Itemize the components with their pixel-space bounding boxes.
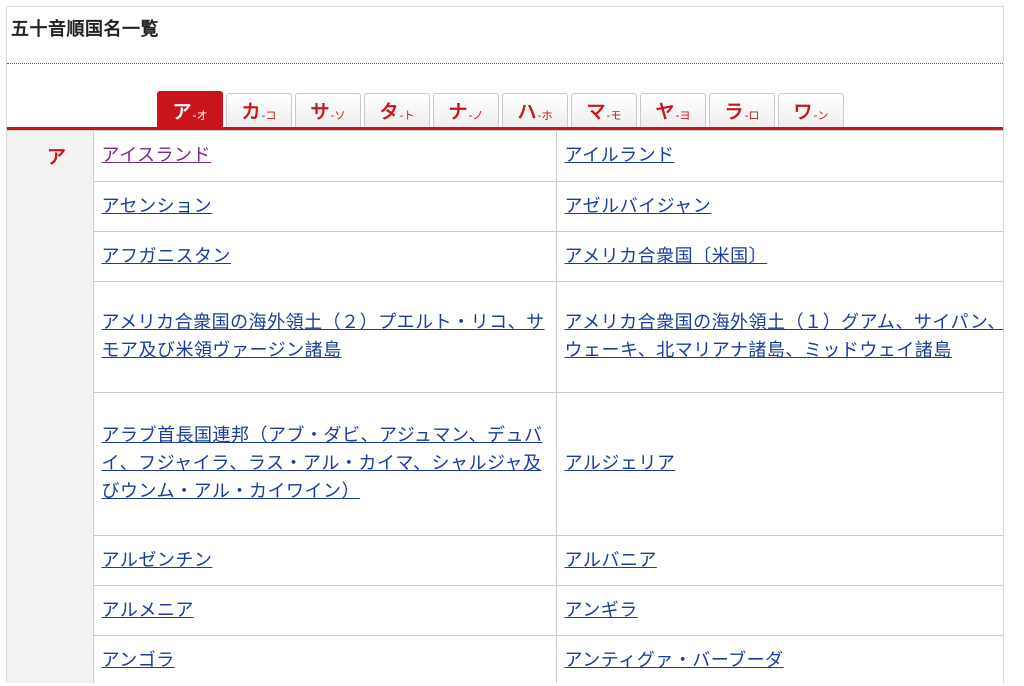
- country-link[interactable]: アルゼンチン: [102, 550, 213, 571]
- tab-na[interactable]: ナ -ノ: [433, 93, 499, 127]
- country-cell: アメリカ合衆国の海外領土（１）グアム、サイパン、ウェーキ、北マリアナ諸島、ミッド…: [555, 281, 1004, 393]
- country-link[interactable]: アメリカ合衆国の海外領土（２）プエルト・リコ、サモア及び米領ヴァージン諸島: [102, 312, 545, 361]
- tab-ma[interactable]: マ -モ: [571, 93, 637, 127]
- country-cell: アルジェリア: [555, 392, 1003, 536]
- table-row: アメリカ合衆国の海外領土（２）プエルト・リコ、サモア及び米領ヴァージン諸島 アメ…: [7, 281, 1004, 393]
- tab-ka-main: カ: [241, 101, 261, 123]
- country-cell: アンゴラ: [92, 635, 557, 683]
- country-cell: アメリカ合衆国〔米国〕: [555, 231, 1003, 282]
- country-cell: アンギラ: [555, 585, 1003, 636]
- country-link[interactable]: アンティグァ・バーブーダ: [565, 650, 784, 671]
- country-link[interactable]: アルジェリア: [565, 453, 676, 474]
- tab-ya[interactable]: ヤ -ヨ: [640, 93, 706, 127]
- tab-sa-sub: -ソ: [330, 109, 346, 122]
- country-link[interactable]: アルメニア: [102, 600, 194, 621]
- dotted-divider: [7, 63, 1003, 64]
- country-link[interactable]: アセンション: [102, 196, 213, 217]
- table-row: アフガニスタン アメリカ合衆国〔米国〕: [7, 231, 1003, 282]
- country-link[interactable]: アンギラ: [565, 600, 638, 621]
- tab-sa-main: サ: [310, 101, 330, 123]
- country-cell: アンティグァ・バーブーダ: [555, 635, 1003, 683]
- country-link[interactable]: アゼルバイジャン: [565, 196, 712, 217]
- tab-ta-sub: -ト: [399, 109, 415, 122]
- tab-ma-sub: -モ: [606, 109, 622, 122]
- tab-a-main: ア: [172, 101, 192, 123]
- country-cell: アセンション: [92, 181, 557, 232]
- tab-ha-main: ハ: [517, 101, 537, 123]
- tab-ra-sub: -ロ: [744, 109, 760, 122]
- country-cell: アイスランド: [92, 130, 557, 182]
- tab-na-sub: -ノ: [468, 109, 484, 122]
- country-cell: アメリカ合衆国の海外領土（２）プエルト・リコ、サモア及び米領ヴァージン諸島: [92, 281, 557, 393]
- page-title: 五十音順国名一覧: [11, 19, 159, 40]
- tab-wa-main: ワ: [793, 101, 813, 123]
- tab-ka-sub: -コ: [261, 109, 277, 122]
- country-link[interactable]: アイスランド: [102, 145, 212, 166]
- section-kana-label: ア: [47, 146, 67, 168]
- tab-a[interactable]: ア -オ: [157, 91, 223, 127]
- tab-a-sub: -オ: [192, 109, 208, 122]
- country-cell: アラブ首長国連邦（アブ・ダビ、アジュマン、デュバイ、フジャイラ、ラス・アル・カイ…: [92, 392, 557, 536]
- table-row: アルゼンチン アルバニア: [7, 535, 1003, 586]
- country-link[interactable]: アメリカ合衆国〔米国〕: [565, 246, 768, 267]
- tab-ya-sub: -ヨ: [675, 109, 691, 122]
- kana-tab-bar: ア -オ カ -コ サ -ソ タ -ト ナ -ノ ハ -ホ マ -モ ヤ -ヨ ラ -ロ ワ -ン: [157, 91, 847, 127]
- tab-ma-main: マ: [586, 101, 606, 123]
- country-link[interactable]: アルバニア: [565, 550, 657, 571]
- tab-ka[interactable]: カ -コ: [226, 93, 292, 127]
- tab-ha[interactable]: ハ -ホ: [502, 93, 568, 127]
- table-row: ア アイスランド アイルランド: [7, 130, 1003, 683]
- country-cell: アフガニスタン: [92, 231, 557, 282]
- tab-na-main: ナ: [448, 101, 468, 123]
- table-row: アラブ首長国連邦（アブ・ダビ、アジュマン、デュバイ、フジャイラ、ラス・アル・カイ…: [7, 392, 1003, 536]
- tab-ya-main: ヤ: [655, 101, 675, 123]
- table-row: アンゴラ アンティグァ・バーブーダ: [7, 635, 1003, 683]
- country-link[interactable]: アンゴラ: [102, 650, 175, 671]
- country-cell: アゼルバイジャン: [555, 181, 1003, 232]
- table-row: アセンション アゼルバイジャン: [7, 181, 1003, 232]
- table-row: アルメニア アンギラ: [7, 585, 1003, 636]
- tab-ra[interactable]: ラ -ロ: [709, 93, 775, 127]
- tab-wa[interactable]: ワ -ン: [778, 93, 844, 127]
- country-link[interactable]: アイルランド: [565, 145, 675, 166]
- tab-sa[interactable]: サ -ソ: [295, 93, 361, 127]
- country-cell: アルバニア: [555, 535, 1003, 586]
- tab-ta[interactable]: タ -ト: [364, 93, 430, 127]
- tab-wa-sub: -ン: [813, 109, 829, 122]
- country-link[interactable]: アメリカ合衆国の海外領土（１）グアム、サイパン、ウェーキ、北マリアナ諸島、ミッド…: [565, 312, 1004, 361]
- tab-ta-main: タ: [379, 101, 399, 123]
- country-cell: アイルランド: [555, 130, 1003, 182]
- country-cell: アルメニア: [92, 585, 557, 636]
- tab-ra-main: ラ: [724, 101, 744, 123]
- country-link[interactable]: アフガニスタン: [102, 246, 232, 267]
- country-link[interactable]: アラブ首長国連邦（アブ・ダビ、アジュマン、デュバイ、フジャイラ、ラス・アル・カイ…: [102, 425, 543, 502]
- tab-ha-sub: -ホ: [537, 109, 553, 122]
- content-frame: 五十音順国名一覧 ア -オ カ -コ サ -ソ タ -ト ナ -ノ ハ -ホ マ -モ ヤ -ヨ…: [6, 6, 1004, 683]
- country-cell: アルゼンチン: [92, 535, 557, 586]
- section-kana-cell: ア: [7, 130, 94, 683]
- country-table: ア アイスランド アイルランド アセンション アゼルバイジャン アフガニスタン …: [7, 130, 1004, 683]
